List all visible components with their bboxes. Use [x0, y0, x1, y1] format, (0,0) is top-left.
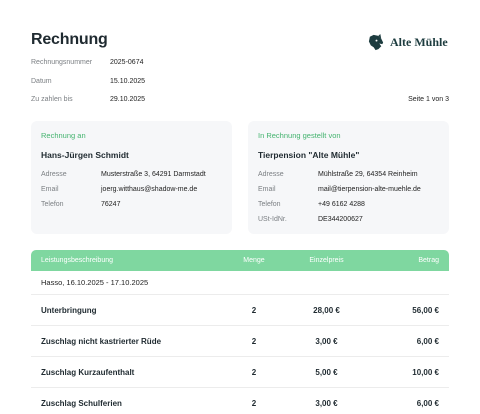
row-amount: 6,00 €: [416, 398, 439, 408]
row-label: USt-IdNr.: [258, 216, 287, 223]
row-description: Unterbringung: [41, 305, 97, 315]
phone-row: Telefon +49 6162 4288: [258, 201, 439, 208]
vat-id-row: USt-IdNr. DE344200627: [258, 216, 439, 223]
row-label: Adresse: [41, 171, 67, 178]
header-description: Leistungsbeschreibung: [41, 257, 113, 264]
billed-by-card: In Rechnung gestellt von Tierpension "Al…: [248, 121, 449, 234]
table-row: Zuschlag Kurzaufenthalt 2 5,00 € 10,00 €: [31, 357, 449, 388]
row-amount: 10,00 €: [412, 367, 439, 377]
row-label: Telefon: [41, 201, 64, 208]
row-unit-price: 3,00 €: [315, 398, 338, 408]
row-quantity: 2: [251, 398, 257, 408]
row-label: Email: [41, 186, 59, 193]
meta-label: Zu zahlen bis: [31, 96, 73, 103]
dog-head-icon: [368, 33, 384, 51]
row-amount: 6,00 €: [416, 336, 439, 346]
email-row: Email mail@tierpension-alte-muehle.de: [258, 186, 439, 193]
page-indicator: Seite 1 von 3: [408, 96, 449, 103]
meta-due-date: Zu zahlen bis 29.10.2025: [31, 96, 145, 103]
line-items-table: Leistungsbeschreibung Menge Einzelpreis …: [31, 250, 449, 414]
invoice-title: Rechnung: [31, 31, 108, 48]
row-value: mail@tierpension-alte-muehle.de: [318, 186, 421, 193]
email-row: Email joerg.witthaus@shadow-me.de: [41, 186, 222, 193]
row-quantity: 2: [251, 367, 257, 377]
address-row: Adresse Musterstraße 3, 64291 Darmstadt: [41, 171, 222, 178]
card-heading: Rechnung an: [41, 131, 86, 140]
row-unit-price: 5,00 €: [315, 367, 338, 377]
phone-row: Telefon 76247: [41, 201, 222, 208]
meta-value: 15.10.2025: [110, 78, 146, 85]
stay-period: Hasso, 16.10.2025 - 17.10.2025: [31, 271, 449, 295]
table-row: Unterbringung 2 28,00 € 56,00 €: [31, 295, 449, 326]
meta-value: 29.10.2025: [110, 96, 146, 103]
row-unit-price: 3,00 €: [315, 336, 338, 346]
row-quantity: 2: [251, 305, 257, 315]
row-amount: 56,00 €: [412, 305, 439, 315]
meta-value: 2025-0674: [110, 59, 144, 66]
meta-date: Datum 15.10.2025: [31, 78, 145, 85]
customer-name: Hans-Jürgen Schmidt: [41, 150, 129, 160]
table-header: Leistungsbeschreibung Menge Einzelpreis …: [31, 250, 449, 271]
company-name: Tierpension "Alte Mühle": [258, 150, 360, 160]
row-label: Email: [258, 186, 276, 193]
row-value: DE344200627: [318, 216, 363, 223]
header-amount: Betrag: [418, 257, 439, 264]
row-description: Zuschlag Kurzaufenthalt: [41, 367, 135, 377]
row-value: Mühlstraße 29, 64354 Reinheim: [318, 171, 418, 178]
row-description: Zuschlag Schulferien: [41, 398, 122, 408]
header-quantity: Menge: [243, 257, 265, 264]
card-heading: In Rechnung gestellt von: [258, 131, 341, 140]
row-value: Musterstraße 3, 64291 Darmstadt: [101, 171, 206, 178]
company-logo: Alte Mühle: [367, 33, 448, 52]
table-row: Zuschlag nicht kastrierter Rüde 2 3,00 €…: [31, 326, 449, 357]
row-value: 76247: [101, 201, 121, 208]
row-value: joerg.witthaus@shadow-me.de: [101, 186, 198, 193]
billed-to-card: Rechnung an Hans-Jürgen Schmidt Adresse M…: [31, 121, 232, 234]
header-unit-price: Einzelpreis: [309, 257, 344, 264]
row-label: Adresse: [258, 171, 284, 178]
row-description: Zuschlag nicht kastrierter Rüde: [41, 336, 162, 346]
meta-label: Datum: [31, 78, 52, 85]
meta-invoice-number: Rechnungsnummer 2025-0674: [31, 59, 143, 66]
logo-text: Alte Mühle: [390, 35, 448, 49]
row-quantity: 2: [251, 336, 257, 346]
row-value: +49 6162 4288: [318, 201, 365, 208]
meta-label: Rechnungsnummer: [31, 59, 93, 66]
table-row: Zuschlag Schulferien 2 3,00 € 6,00 €: [31, 388, 449, 414]
address-row: Adresse Mühlstraße 29, 64354 Reinheim: [258, 171, 439, 178]
row-unit-price: 28,00 €: [313, 305, 340, 315]
row-label: Telefon: [258, 201, 281, 208]
